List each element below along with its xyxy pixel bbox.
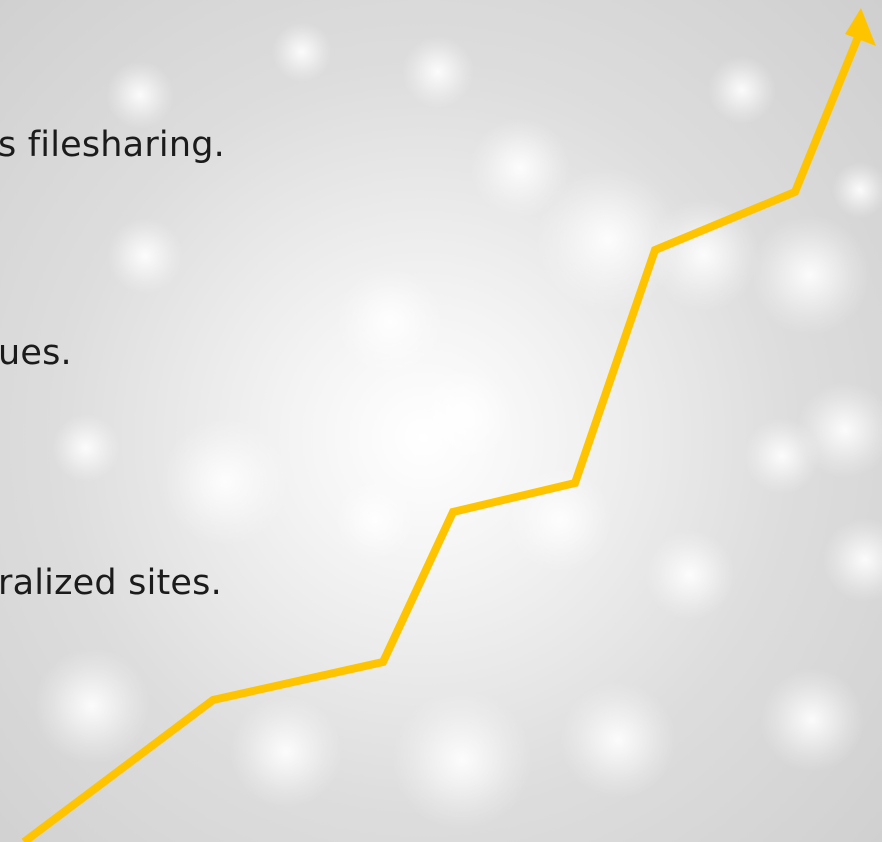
slide-text-line-1: s filesharing. [0,125,225,165]
slide-text-line-2: ues. [0,333,72,373]
growth-arrow-head [845,8,876,46]
slide-text-line-3: ralized sites. [0,563,222,603]
